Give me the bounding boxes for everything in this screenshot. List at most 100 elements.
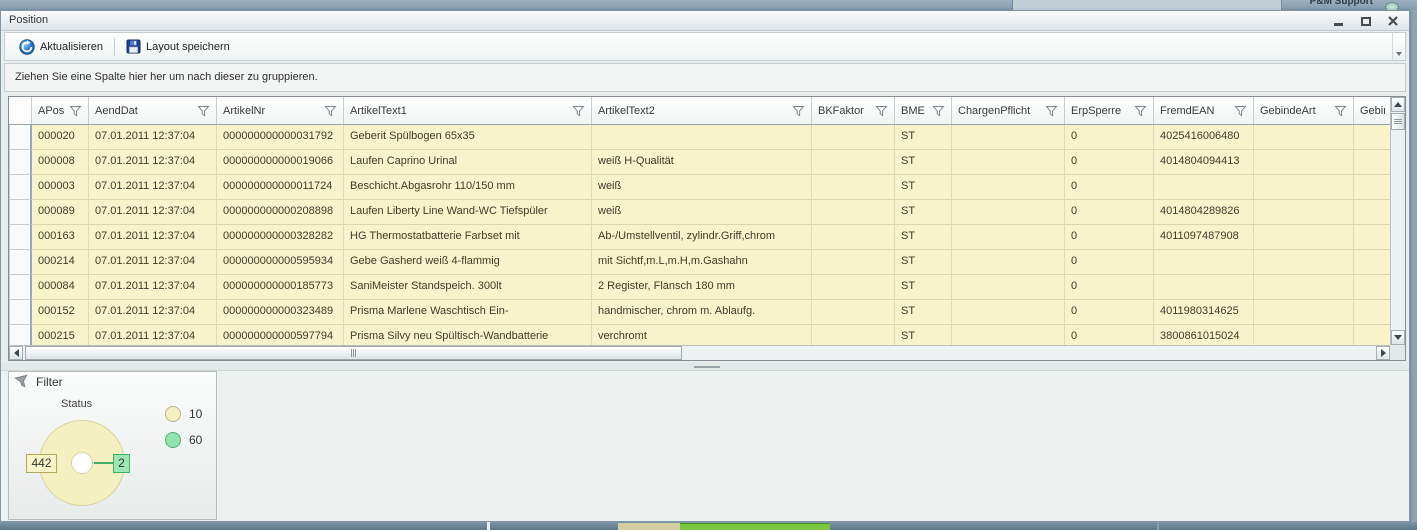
cell[interactable] — [812, 175, 895, 200]
cell[interactable]: 000000000000595934 — [217, 250, 344, 275]
filter-icon[interactable] — [1334, 105, 1347, 117]
cell[interactable]: 000000000000323489 — [217, 300, 344, 325]
cell[interactable]: 000089 — [32, 200, 89, 225]
column-header-gebin[interactable]: Gebin — [1354, 97, 1392, 124]
scroll-left-button[interactable] — [9, 346, 23, 360]
cell[interactable]: 0 — [1065, 200, 1154, 225]
cell[interactable] — [812, 125, 895, 150]
cell[interactable]: 000152 — [32, 300, 89, 325]
cell[interactable]: 4025416006480 — [1154, 125, 1254, 150]
column-header-gebindeart[interactable]: GebindeArt — [1254, 97, 1354, 124]
table-row[interactable]: 000020 07.01.2011 12:37:04 000000000000031… — [9, 125, 1390, 150]
cell[interactable] — [1254, 300, 1354, 325]
cell[interactable]: 4014804094413 — [1154, 150, 1254, 175]
cell[interactable] — [812, 200, 895, 225]
cell[interactable]: 0 — [1065, 250, 1154, 275]
cell[interactable] — [1354, 300, 1390, 325]
cell[interactable]: Geberit Spülbogen 65x35 — [344, 125, 592, 150]
cell[interactable] — [1254, 275, 1354, 300]
cell[interactable]: 2 Register, Flansch 180 mm — [592, 275, 812, 300]
cell[interactable] — [1354, 275, 1390, 300]
cell[interactable]: 07.01.2011 12:37:04 — [89, 300, 217, 325]
cell[interactable]: 07.01.2011 12:37:04 — [89, 175, 217, 200]
cell[interactable]: Laufen Liberty Line Wand-WC Tiefspüler — [344, 200, 592, 225]
cell[interactable] — [1354, 225, 1390, 250]
column-header-fremdean[interactable]: FremdEAN — [1154, 97, 1254, 124]
minimize-button[interactable] — [1332, 15, 1345, 27]
column-header-apos[interactable]: APos — [32, 97, 89, 124]
cell[interactable] — [1254, 175, 1354, 200]
column-header-erpsperre[interactable]: ErpSperre — [1065, 97, 1154, 124]
cell[interactable]: 0 — [1065, 325, 1154, 347]
cell[interactable] — [812, 150, 895, 175]
cell[interactable] — [1154, 250, 1254, 275]
cell[interactable]: 0 — [1065, 225, 1154, 250]
row-selector[interactable] — [9, 300, 32, 325]
cell[interactable]: 000163 — [32, 225, 89, 250]
row-selector[interactable] — [9, 225, 32, 250]
column-header-artikelnr[interactable]: ArtikelNr — [217, 97, 344, 124]
cell[interactable] — [1354, 125, 1390, 150]
row-selector[interactable] — [9, 175, 32, 200]
cell[interactable]: 07.01.2011 12:37:04 — [89, 325, 217, 347]
cell[interactable] — [1354, 200, 1390, 225]
cell[interactable]: ST — [895, 150, 952, 175]
cell[interactable]: 000008 — [32, 150, 89, 175]
row-selector[interactable] — [9, 250, 32, 275]
column-header-aenddat[interactable]: AendDat — [89, 97, 217, 124]
cell[interactable]: 3800861015024 — [1154, 325, 1254, 347]
cell[interactable]: Beschicht.Abgasrohr 110/150 mm — [344, 175, 592, 200]
filter-icon[interactable] — [197, 105, 210, 117]
cell[interactable] — [952, 325, 1065, 347]
cell[interactable]: 000000000000185773 — [217, 275, 344, 300]
cell[interactable]: Laufen Caprino Urinal — [344, 150, 592, 175]
cell[interactable]: 0 — [1065, 175, 1154, 200]
filter-icon[interactable] — [792, 105, 805, 117]
cell[interactable]: ST — [895, 125, 952, 150]
cell[interactable]: verchromt — [592, 325, 812, 347]
cell[interactable] — [1254, 200, 1354, 225]
cell[interactable]: mit Sichtf,m.L,m.H,m.Gashahn — [592, 250, 812, 275]
row-selector[interactable] — [9, 325, 32, 347]
legend-item-status-10[interactable]: 10 — [165, 406, 202, 422]
filter-icon[interactable] — [932, 105, 945, 117]
cell[interactable] — [952, 275, 1065, 300]
cell[interactable]: 07.01.2011 12:37:04 — [89, 250, 217, 275]
cell[interactable]: 0 — [1065, 275, 1154, 300]
cell[interactable]: ST — [895, 225, 952, 250]
cell[interactable] — [952, 300, 1065, 325]
horizontal-scrollbar[interactable] — [9, 345, 1390, 360]
legend-item-status-60[interactable]: 60 — [165, 432, 202, 448]
cell[interactable]: ST — [895, 325, 952, 347]
cell[interactable]: 000000000000208898 — [217, 200, 344, 225]
cell[interactable] — [952, 250, 1065, 275]
cell[interactable]: 000084 — [32, 275, 89, 300]
cell[interactable] — [1354, 325, 1390, 347]
cell[interactable]: handmischer, chrom m. Ablaufg. — [592, 300, 812, 325]
cell[interactable]: 000214 — [32, 250, 89, 275]
table-row[interactable]: 000215 07.01.2011 12:37:04 000000000000597… — [9, 325, 1390, 347]
filter-icon[interactable] — [69, 105, 82, 117]
table-row[interactable]: 000089 07.01.2011 12:37:04 000000000000208… — [9, 200, 1390, 225]
cell[interactable] — [812, 225, 895, 250]
scroll-right-button[interactable] — [1376, 346, 1390, 360]
cell[interactable] — [952, 125, 1065, 150]
cell[interactable]: ST — [895, 250, 952, 275]
cell[interactable]: 07.01.2011 12:37:04 — [89, 225, 217, 250]
filter-icon[interactable] — [1234, 105, 1247, 117]
cell[interactable]: ST — [895, 300, 952, 325]
cell[interactable]: 000000000000031792 — [217, 125, 344, 150]
cell[interactable]: 4011980314625 — [1154, 300, 1254, 325]
cell[interactable]: ST — [895, 175, 952, 200]
cell[interactable] — [1254, 225, 1354, 250]
cell[interactable] — [1254, 250, 1354, 275]
save-layout-button[interactable]: Layout speichern — [118, 36, 238, 57]
cell[interactable] — [1254, 325, 1354, 347]
cell[interactable]: 000000000000597794 — [217, 325, 344, 347]
cell[interactable]: ST — [895, 275, 952, 300]
cell[interactable] — [812, 250, 895, 275]
toolbar-overflow-button[interactable] — [1392, 33, 1405, 60]
cell[interactable]: weiß — [592, 175, 812, 200]
cell[interactable]: 000003 — [32, 175, 89, 200]
cell[interactable]: 000000000000011724 — [217, 175, 344, 200]
